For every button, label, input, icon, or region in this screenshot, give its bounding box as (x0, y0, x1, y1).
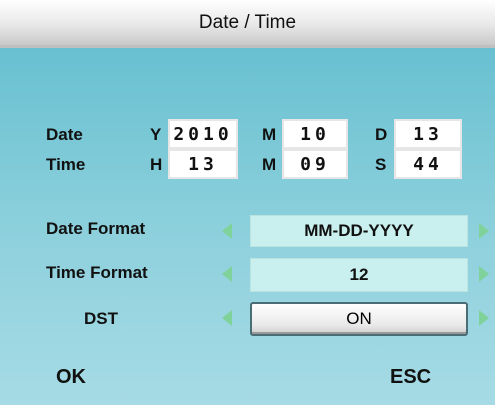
date-label: Date (46, 125, 83, 144)
year-label: Y (150, 125, 162, 144)
date-time-screen: Date / Time Date Y 2010 M 10 D 13 Time H… (0, 0, 495, 405)
dst-label: DST (84, 309, 118, 328)
ok-button[interactable]: OK (56, 366, 86, 389)
page-title: Date / Time (198, 11, 297, 33)
dst-selector[interactable]: ON (250, 302, 468, 336)
minute-field[interactable]: 09 (282, 149, 348, 179)
time-label: Time (46, 155, 86, 174)
right-arrow-icon[interactable] (479, 266, 489, 282)
second-field[interactable]: 44 (394, 149, 462, 179)
month-field[interactable]: 10 (282, 119, 348, 149)
date-format-label: Date Format (46, 219, 146, 238)
time-format-label: Time Format (46, 263, 148, 282)
right-arrow-icon[interactable] (479, 310, 489, 326)
right-arrow-icon[interactable] (479, 223, 489, 239)
title-bar: Date / Time (0, 0, 495, 48)
second-label: S (375, 155, 387, 174)
hour-field[interactable]: 13 (168, 149, 238, 179)
esc-button[interactable]: ESC (390, 366, 431, 389)
date-format-selector[interactable]: MM-DD-YYYY (250, 215, 468, 247)
hour-label: H (150, 155, 163, 174)
minute-label: M (262, 155, 277, 174)
left-arrow-icon[interactable] (222, 266, 232, 282)
left-arrow-icon[interactable] (222, 310, 232, 326)
day-label: D (375, 125, 388, 144)
year-field[interactable]: 2010 (168, 119, 238, 149)
month-label: M (262, 125, 277, 144)
time-format-selector[interactable]: 12 (250, 258, 468, 292)
left-arrow-icon[interactable] (222, 223, 232, 239)
day-field[interactable]: 13 (394, 119, 462, 149)
